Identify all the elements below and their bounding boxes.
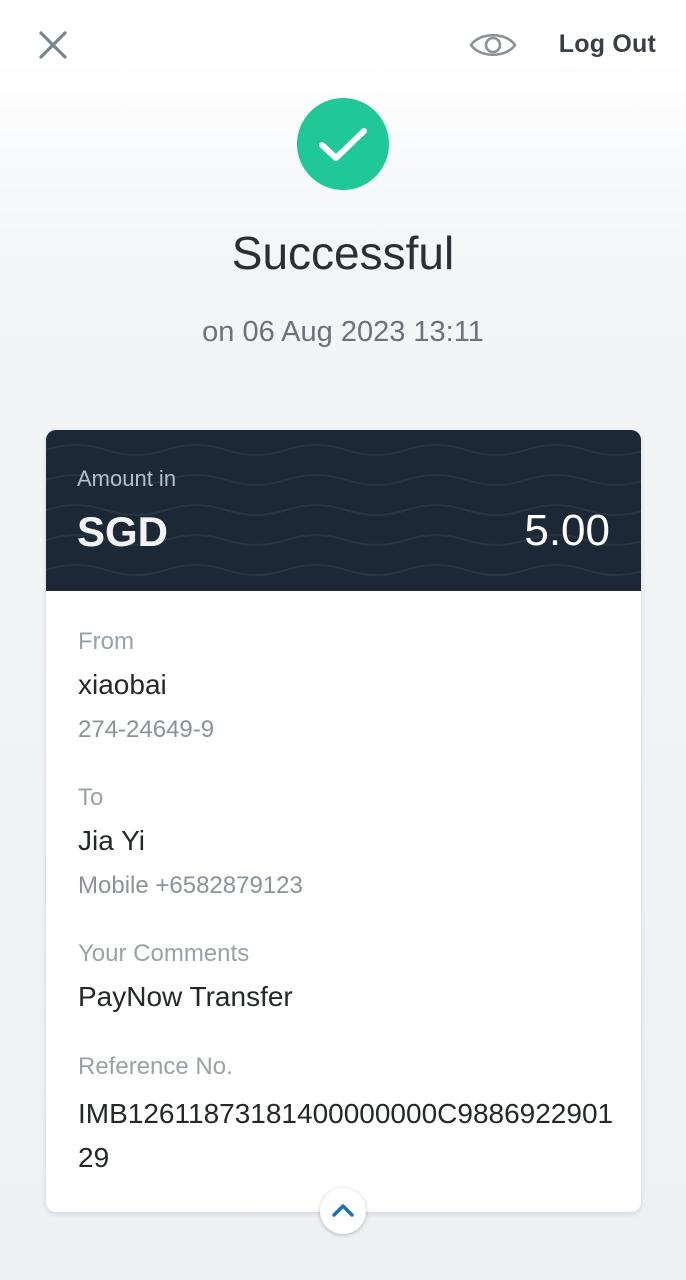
- amount-label: Amount in: [77, 466, 177, 491]
- from-name: xiaobai: [78, 669, 167, 700]
- from-account: 274-24649-9: [78, 716, 215, 743]
- eye-icon: [469, 33, 517, 57]
- collapse-button[interactable]: [320, 1188, 366, 1234]
- logout-button[interactable]: Log Out: [559, 30, 656, 59]
- chevron-up-icon: [332, 1204, 354, 1217]
- reference-label: Reference No.: [78, 1053, 233, 1080]
- to-mobile: Mobile +6582879123: [78, 872, 303, 899]
- comments-label: Your Comments: [78, 940, 250, 967]
- toggle-visibility-button[interactable]: [468, 28, 518, 62]
- transaction-timestamp: on 06 Aug 2023 13:11: [202, 316, 484, 348]
- reference-number: IMB12611873181400000000C988692290129: [78, 1098, 614, 1173]
- amount-value: 5.00: [524, 506, 610, 555]
- from-label: From: [78, 628, 134, 655]
- to-label: To: [78, 784, 104, 811]
- status-title: Successful: [231, 227, 455, 279]
- transaction-card: Amount in SGD 5.00 From xiaobai 274-2464…: [46, 430, 641, 1212]
- comments-value: PayNow Transfer: [78, 981, 293, 1012]
- close-icon: [39, 31, 67, 59]
- success-check-icon: [297, 98, 389, 190]
- amount-header: Amount in SGD 5.00: [46, 430, 641, 591]
- close-button[interactable]: [34, 26, 72, 64]
- to-name: Jia Yi: [78, 825, 145, 856]
- currency-code: SGD: [77, 508, 169, 555]
